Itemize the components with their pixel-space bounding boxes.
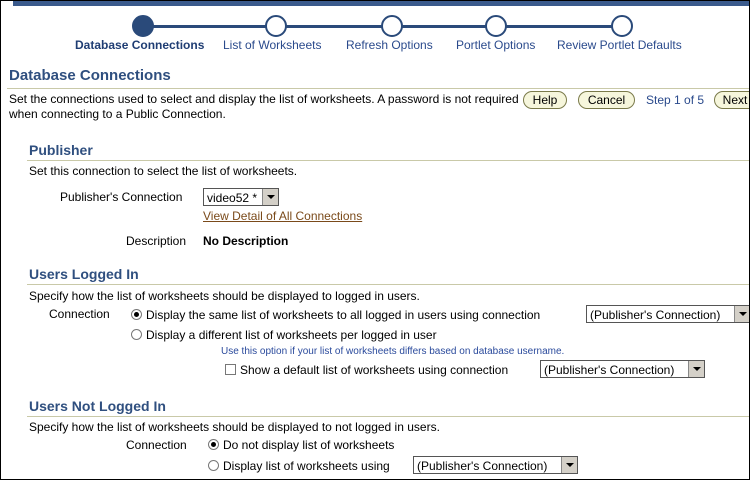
step-indicator: Step 1 of 5: [646, 93, 705, 107]
different-list-radio[interactable]: [131, 329, 142, 340]
help-button[interactable]: Help: [523, 91, 567, 109]
train-step-1-node[interactable]: [132, 15, 154, 37]
publisher-divider: [27, 160, 749, 161]
not-logged-in-connection-value: (Publisher's Connection): [417, 459, 548, 473]
page-title: Database Connections: [9, 67, 171, 84]
users-logged-in-title: Users Logged In: [29, 266, 139, 282]
train-step-review-portlet-defaults[interactable]: Review Portlet Defaults: [557, 38, 682, 52]
same-list-radio[interactable]: [131, 309, 142, 320]
users-not-logged-in-connection-label: Connection: [126, 438, 187, 452]
publisher-description: Set this connection to select the list o…: [29, 164, 298, 178]
do-not-display-radio[interactable]: [208, 439, 219, 450]
train-step-refresh-options[interactable]: Refresh Options: [346, 38, 433, 52]
train-step-3-node[interactable]: [381, 15, 403, 37]
page-description: Set the connections used to select and d…: [9, 92, 519, 121]
train-step-database-connections[interactable]: Database Connections: [75, 38, 204, 52]
chevron-down-icon: [561, 457, 577, 473]
view-detail-connections-link[interactable]: View Detail of All Connections: [203, 209, 362, 223]
top-bar-gap: [1, 1, 13, 6]
not-logged-in-connection-select[interactable]: (Publisher's Connection): [413, 456, 578, 474]
top-bar: [1, 1, 749, 6]
train-step-5-node[interactable]: [611, 15, 633, 37]
train-step-4-node[interactable]: [485, 15, 507, 37]
users-logged-in-connection-label: Connection: [49, 307, 110, 321]
train-step-portlet-options[interactable]: Portlet Options: [456, 38, 535, 52]
display-list-using-radio[interactable]: [208, 460, 219, 471]
users-not-logged-in-title: Users Not Logged In: [29, 398, 166, 414]
title-divider: [7, 88, 749, 89]
publisher-connection-value: video52 *: [207, 191, 258, 205]
do-not-display-option-label: Do not display list of worksheets: [223, 438, 395, 452]
publisher-connection-label: Publisher's Connection: [60, 190, 183, 204]
wizard-window: Database Connections List of Worksheets …: [0, 0, 750, 480]
show-default-connection-select[interactable]: (Publisher's Connection): [540, 360, 705, 378]
chevron-down-icon: [688, 361, 704, 377]
cancel-button[interactable]: Cancel: [578, 91, 635, 109]
different-list-option-label: Display a different list of worksheets p…: [146, 328, 437, 342]
publisher-description-value: No Description: [203, 234, 289, 248]
publisher-connection-select[interactable]: video52 *: [203, 188, 279, 206]
different-list-hint: Use this option if your list of workshee…: [221, 346, 565, 357]
same-list-connection-select[interactable]: (Publisher's Connection): [586, 305, 749, 323]
publisher-description-label: Description: [126, 234, 187, 248]
train-step-list-of-worksheets[interactable]: List of Worksheets: [223, 38, 321, 52]
publisher-section-title: Publisher: [29, 142, 93, 158]
users-not-logged-in-description: Specify how the list of worksheets shoul…: [29, 420, 440, 434]
same-list-connection-value: (Publisher's Connection): [590, 308, 721, 322]
users-logged-in-divider: [27, 284, 749, 285]
users-not-logged-in-divider: [27, 416, 749, 417]
same-list-option-label: Display the same list of worksheets to a…: [146, 308, 541, 322]
chevron-down-icon: [262, 189, 278, 205]
show-default-connection-value: (Publisher's Connection): [544, 363, 675, 377]
users-logged-in-description: Specify how the list of worksheets shoul…: [29, 289, 420, 303]
train-step-2-node[interactable]: [265, 15, 287, 37]
show-default-list-label: Show a default list of worksheets using …: [240, 363, 509, 377]
show-default-list-checkbox[interactable]: [225, 364, 236, 375]
chevron-down-icon: [734, 306, 749, 322]
next-button[interactable]: Next: [714, 91, 749, 109]
display-list-using-label: Display list of worksheets using: [223, 459, 390, 473]
